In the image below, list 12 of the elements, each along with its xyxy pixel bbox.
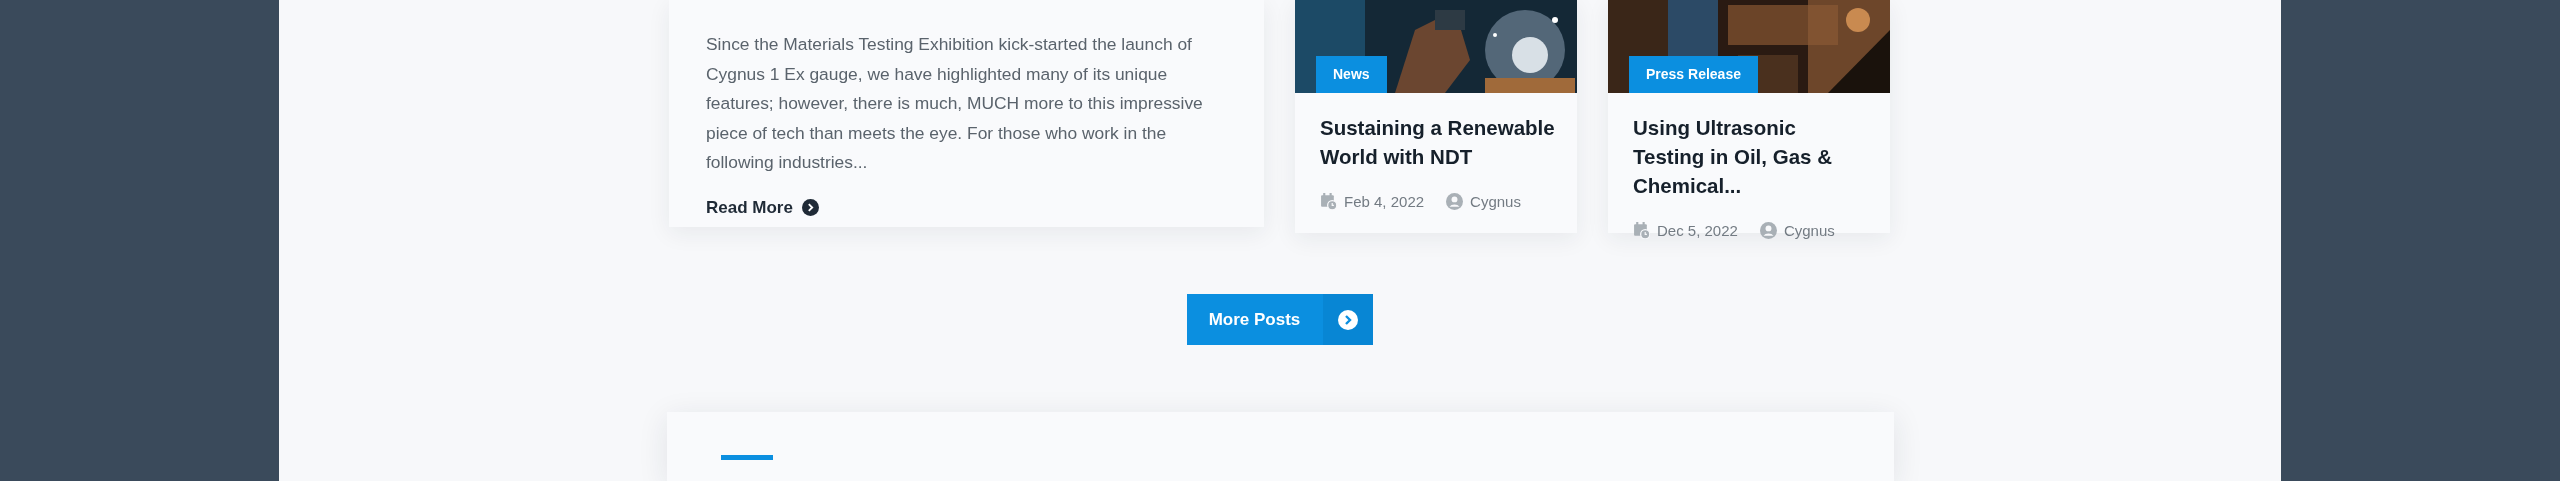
- post-excerpt: Since the Materials Testing Exhibition kick-started the launch of Cygnus 1 Ex gauge, we have highlighted many of its unique features; however, there is much, MUCH more to this impressive piece of tech than meets the eye. For those who work in the following industries...: [706, 33, 1204, 174]
- user-icon: [1446, 193, 1464, 210]
- post-author: Cygnus: [1470, 193, 1521, 210]
- chevron-right-icon: [801, 199, 819, 216]
- read-more-link[interactable]: Read More: [706, 197, 819, 218]
- post-date: Feb 4, 2022: [1344, 193, 1425, 210]
- post-date: Dec 5, 2022: [1657, 222, 1738, 239]
- calendar-clock-icon: [1320, 193, 1337, 210]
- post-title[interactable]: Sustaining a Renewable World with NDT: [1320, 113, 1557, 171]
- post-author: Cygnus: [1783, 222, 1835, 239]
- post-title[interactable]: Using Ultrasonic Testing in Oil, Gas & Chemical...: [1633, 113, 1870, 200]
- chevron-right-icon: [1338, 309, 1359, 330]
